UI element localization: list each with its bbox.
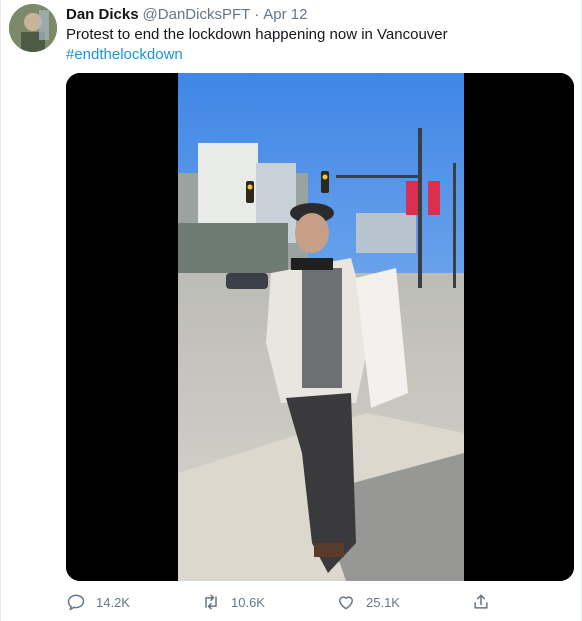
like-count: 25.1K (366, 594, 400, 610)
video-scene (178, 73, 464, 581)
hashtag-link[interactable]: #endthelockdown (66, 45, 566, 65)
share-button[interactable] (471, 590, 501, 614)
tweet-header: Dan Dicks @DanDicksPFT · Apr 12 (66, 5, 308, 25)
tweet-body: Protest to end the lockdown happening no… (66, 26, 448, 43)
separator-dot: · (254, 6, 260, 23)
tweet-date[interactable]: Apr 12 (263, 6, 307, 23)
avatar[interactable] (9, 4, 57, 52)
like-button[interactable]: 25.1K (336, 590, 400, 614)
heart-icon (339, 596, 353, 610)
retweet-count: 10.6K (231, 594, 265, 610)
reply-count: 14.2K (96, 594, 130, 610)
user-handle[interactable]: @DanDicksPFT (143, 6, 251, 23)
tweet[interactable]: Dan Dicks @DanDicksPFT · Apr 12 Protest to … (0, 0, 582, 621)
retweet-button[interactable]: 10.6K (201, 590, 265, 614)
share-icon (474, 594, 488, 609)
reply-button[interactable]: 14.2K (66, 590, 130, 614)
tweet-video[interactable] (66, 73, 574, 581)
reply-icon (67, 594, 85, 611)
tweet-actions: 14.2K 10.6K 25.1K (66, 590, 546, 614)
retweet-icon (205, 594, 217, 610)
display-name[interactable]: Dan Dicks (66, 6, 139, 23)
avatar-image (9, 4, 57, 52)
video-frame (66, 73, 574, 581)
tweet-text: Protest to end the lockdown happening no… (66, 25, 566, 65)
